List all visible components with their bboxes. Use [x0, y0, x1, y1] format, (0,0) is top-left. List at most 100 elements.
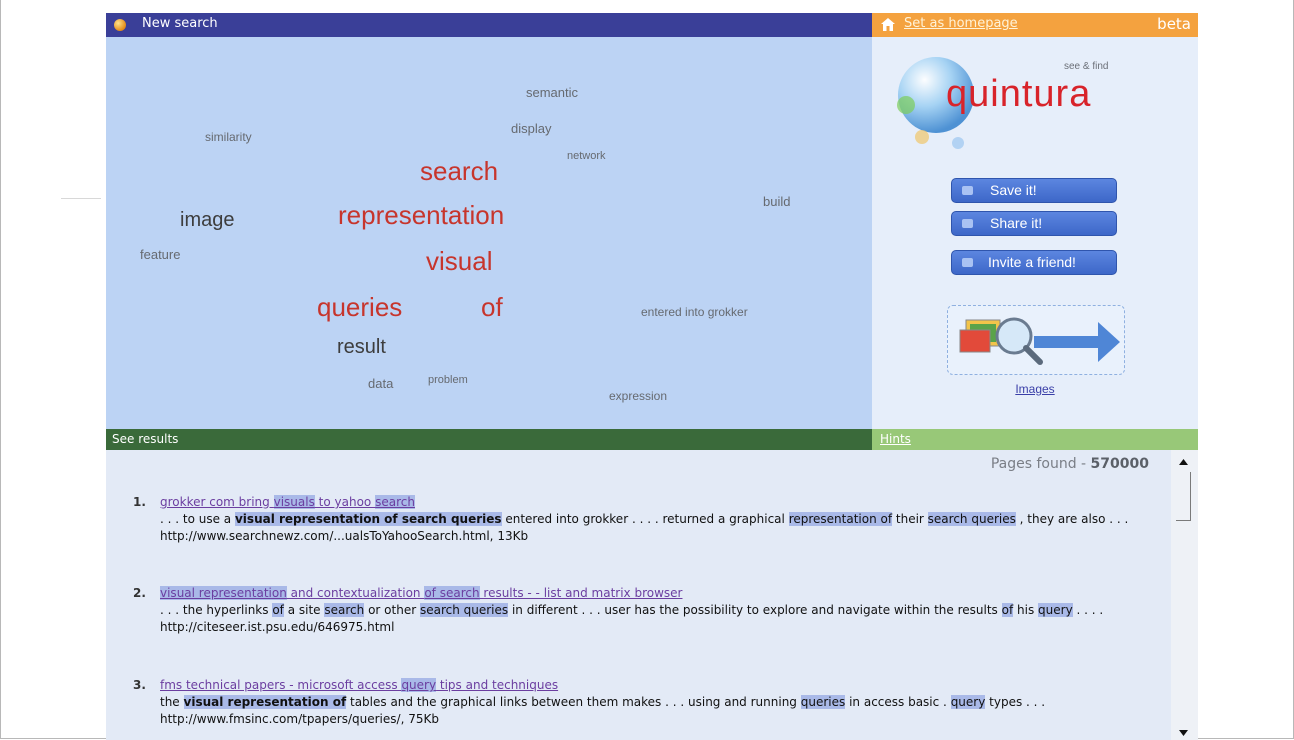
pages-found-label: Pages found -	[990, 456, 1091, 472]
see-results-bar[interactable]: See results	[106, 429, 872, 450]
pages-found-count: 570000	[1090, 456, 1149, 472]
result-number: 2.	[133, 586, 146, 600]
text-segment: or other	[364, 603, 420, 617]
text-segment: entered into grokker . . . . returned a …	[501, 512, 789, 526]
invite-friend-button-label: Invite a friend!	[988, 254, 1076, 270]
cloud-word-build[interactable]: build	[763, 194, 790, 209]
cloud-word-semantic[interactable]: semantic	[526, 85, 578, 100]
highlighted-term: query	[1038, 603, 1073, 617]
hints-bar: Hints	[872, 429, 1198, 450]
result-url: http://www.fmsinc.com/tpapers/queries/, …	[160, 712, 439, 726]
cloud-word-expression[interactable]: expression	[609, 389, 667, 403]
beta-badge: beta	[1157, 15, 1191, 33]
text-segment: to yahoo	[314, 495, 376, 509]
highlighted-term: search	[324, 603, 365, 617]
highlighted-term: visual representation	[160, 586, 287, 600]
cloud-word-visual[interactable]: visual	[426, 246, 492, 277]
result-number: 3.	[133, 678, 146, 692]
highlighted-term: query	[401, 678, 437, 692]
new-search-bar[interactable]: New search	[106, 13, 872, 37]
text-segment: fms technical papers - microsoft access	[160, 678, 402, 692]
home-icon[interactable]	[881, 18, 895, 31]
result-url: http://citeseer.ist.psu.edu/646975.html	[160, 620, 395, 634]
set-homepage-link[interactable]: Set as homepage	[904, 16, 1018, 31]
text-segment: in different . . . user has the possibil…	[508, 603, 1002, 617]
scroll-down-icon[interactable]	[1176, 725, 1191, 740]
highlighted-term: search queries	[927, 512, 1016, 526]
tag-cloud: semantic display similarity network sear…	[106, 37, 872, 429]
scroll-up-icon[interactable]	[1176, 455, 1191, 470]
text-segment: . . . the hyperlinks	[160, 603, 273, 617]
text-segment: in access basic .	[845, 695, 951, 709]
highlighted-term: visual representation of	[183, 695, 347, 709]
text-segment: their	[892, 512, 928, 526]
globe-icon	[114, 19, 126, 31]
highlighted-term: of	[272, 603, 284, 617]
save-button-label: Save it!	[990, 182, 1037, 198]
result-snippet: . . . the hyperlinks of a site search or…	[160, 602, 1150, 619]
cloud-word-display[interactable]: display	[511, 121, 551, 136]
scroll-thumb[interactable]	[1176, 472, 1191, 521]
right-panel: see & find quintura Save it! Share it! I…	[872, 37, 1198, 429]
magnifier-arrow-icon	[959, 317, 1120, 365]
highlighted-term: search queries	[419, 603, 509, 617]
share-button[interactable]: Share it!	[951, 211, 1117, 236]
person-icon	[962, 258, 973, 267]
text-segment: the	[160, 695, 184, 709]
result-snippet: the visual representation of tables and …	[160, 694, 1150, 711]
text-segment: tables and the graphical links between t…	[346, 695, 801, 709]
cloud-word-data[interactable]: data	[368, 376, 393, 391]
cloud-word-representation[interactable]: representation	[338, 200, 504, 231]
logo-tagline: see & find	[1064, 61, 1109, 72]
text-segment: . . . to use a	[160, 512, 235, 526]
cloud-word-similarity[interactable]: similarity	[205, 130, 252, 144]
save-icon	[962, 186, 973, 195]
cloud-word-entered-into-grokker[interactable]: entered into grokker	[641, 305, 748, 319]
text-segment: his	[1013, 603, 1039, 617]
text-segment: , they are also . . .	[1015, 512, 1129, 526]
hints-link[interactable]: Hints	[880, 432, 911, 446]
result-title-link[interactable]: grokker com bring visuals to yahoo searc…	[160, 494, 1150, 511]
new-search-label[interactable]: New search	[142, 16, 218, 31]
cloud-word-network[interactable]: network	[567, 150, 606, 162]
text-segment: . . . .	[1072, 603, 1104, 617]
highlighted-term: visual representation of search queries	[234, 512, 502, 526]
cloud-word-search[interactable]: search	[420, 156, 498, 187]
text-segment: results - - list and matrix browser	[479, 586, 683, 600]
result-url: http://www.searchnewz.com/...ualsToYahoo…	[160, 529, 529, 543]
see-results-label[interactable]: See results	[112, 432, 178, 446]
result-title-link[interactable]: fms technical papers - microsoft access …	[160, 677, 1150, 694]
share-icon	[962, 219, 973, 228]
pages-found: Pages found - 570000	[991, 456, 1149, 472]
cloud-word-image[interactable]: image	[180, 209, 234, 232]
invite-friend-button[interactable]: Invite a friend!	[951, 250, 1117, 275]
cloud-word-problem[interactable]: problem	[428, 374, 468, 386]
result-snippet: . . . to use a visual representation of …	[160, 511, 1150, 528]
result-title-link[interactable]: visual representation and contextualizat…	[160, 585, 1150, 602]
cloud-word-of[interactable]: of	[481, 292, 503, 323]
text-segment: grokker com bring	[160, 495, 274, 509]
logo-text: quintura	[946, 73, 1092, 115]
highlighted-term: of search	[424, 586, 480, 600]
cloud-word-queries[interactable]: queries	[317, 292, 402, 323]
text-segment: types . . .	[985, 695, 1046, 709]
text-segment: a site	[283, 603, 325, 617]
text-segment: and contextualization	[286, 586, 425, 600]
save-button[interactable]: Save it!	[951, 178, 1117, 203]
results-list: Pages found - 570000 1. grokker com brin…	[106, 450, 1171, 740]
highlighted-term: queries	[800, 695, 846, 709]
highlighted-term: search	[375, 495, 415, 509]
homepage-bar: Set as homepage beta	[872, 13, 1198, 37]
results-scrollbar[interactable]	[1171, 450, 1198, 740]
text-segment: tips and techniques	[436, 678, 559, 692]
highlighted-term: visuals	[273, 495, 315, 509]
highlighted-term: representation of	[788, 512, 893, 526]
images-link[interactable]: Images	[872, 382, 1198, 396]
result-number: 1.	[133, 495, 146, 509]
highlighted-term: of	[1001, 603, 1014, 617]
cloud-word-feature[interactable]: feature	[140, 247, 180, 262]
share-button-label: Share it!	[990, 215, 1043, 231]
cloud-word-result[interactable]: result	[337, 336, 386, 359]
image-search-button[interactable]	[947, 305, 1125, 375]
quintura-logo: see & find quintura	[886, 45, 1116, 150]
